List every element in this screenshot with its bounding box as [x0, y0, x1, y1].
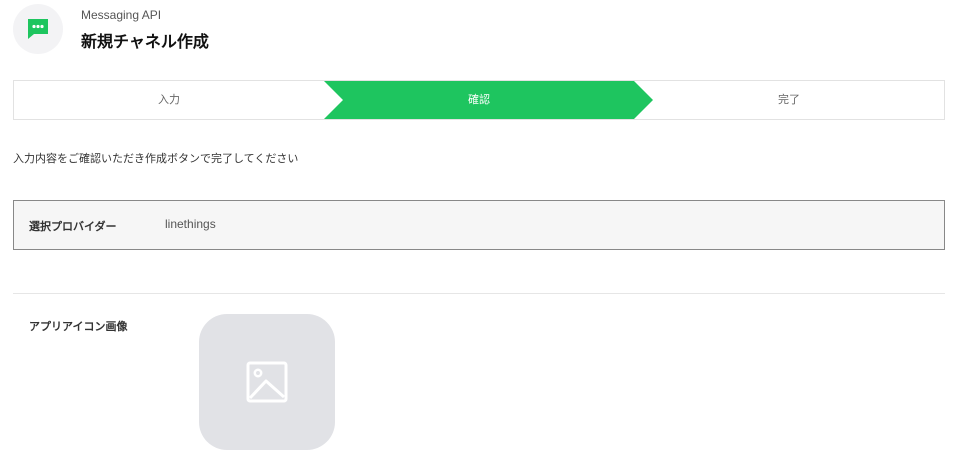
step-complete: 完了 [778, 93, 800, 106]
provider-value: linethings [165, 217, 216, 231]
service-name: Messaging API [81, 8, 162, 22]
chat-bubble-icon [28, 19, 48, 39]
page-header: Messaging API 新規チャネル作成 [0, 0, 960, 64]
step-input: 入力 [158, 93, 180, 106]
step-confirm: 確認 [468, 93, 490, 106]
instruction-text: 入力内容をご確認いただき作成ボタンで完了してください [13, 152, 299, 165]
provider-label: 選択プロバイダー [29, 220, 117, 233]
progress-stepper: 入力 確認 完了 [13, 80, 945, 120]
app-icon-placeholder [199, 314, 335, 450]
section-divider [13, 293, 945, 294]
app-icon-container [13, 4, 63, 54]
page-title: 新規チャネル作成 [81, 32, 209, 51]
provider-summary: 選択プロバイダー linethings [13, 200, 945, 250]
app-icon-label: アプリアイコン画像 [29, 320, 128, 333]
image-placeholder-icon [246, 361, 288, 403]
